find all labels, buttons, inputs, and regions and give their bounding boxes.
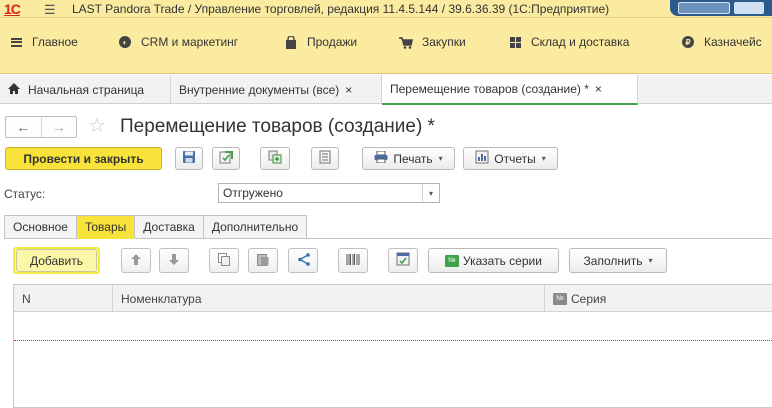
series-number-icon: № — [553, 292, 567, 305]
post-button[interactable] — [212, 147, 240, 170]
ruble-icon: ₽ — [680, 34, 696, 50]
section-crm[interactable]: ◐ CRM и маркетинг — [117, 32, 238, 52]
table-row[interactable] — [14, 313, 772, 341]
barcode-icon — [346, 253, 360, 269]
warehouse-icon — [507, 34, 523, 50]
reports-button[interactable]: Отчеты ▾ — [463, 147, 558, 170]
window-title: LAST Pandora Trade / Управление торговле… — [72, 2, 610, 16]
document-list-icon — [319, 150, 331, 167]
printer-icon — [374, 150, 388, 166]
save-button[interactable] — [175, 147, 203, 170]
cart-icon — [398, 34, 414, 50]
add-row-button[interactable]: Добавить — [16, 249, 97, 272]
section-label: Продажи — [307, 35, 358, 49]
status-select[interactable]: Отгружено ▾ — [218, 183, 440, 203]
checklist-icon — [396, 252, 410, 269]
create-based-on-icon — [268, 150, 282, 167]
print-button[interactable]: Печать ▾ — [362, 147, 455, 170]
tab-additional[interactable]: Дополнительно — [203, 215, 308, 239]
move-up-button[interactable] — [121, 248, 151, 273]
share-button[interactable] — [288, 248, 318, 273]
tab-label: Внутренние документы (все) — [179, 82, 340, 97]
tray-box-icon — [678, 2, 730, 14]
post-document-icon — [219, 150, 233, 167]
series-number-icon: № — [445, 254, 460, 267]
column-header-label: Серия — [571, 291, 607, 306]
reports-label: Отчеты — [494, 151, 536, 166]
favorite-star-icon[interactable]: ☆ — [88, 113, 106, 138]
sections-panel: Главное ◐ CRM и маркетинг Продажи Закупк… — [0, 18, 772, 74]
system-tray-widget[interactable] — [670, 0, 772, 16]
arrow-up-icon — [131, 253, 141, 268]
chevron-down-icon: ▾ — [438, 154, 443, 163]
crm-icon: ◐ — [117, 34, 133, 50]
section-purchases[interactable]: Закупки — [398, 32, 466, 52]
create-based-on-button[interactable] — [260, 147, 290, 170]
reports-icon — [475, 150, 489, 167]
section-label: Казначейс — [704, 35, 762, 49]
goods-table[interactable]: N Номенклатура № Серия — [13, 284, 772, 408]
tab-main[interactable]: Основное — [4, 215, 77, 239]
tab-home[interactable]: Начальная страница — [0, 75, 171, 104]
menu-icon — [8, 34, 24, 50]
specify-series-button[interactable]: № Указать серии — [428, 248, 559, 273]
section-label: Главное — [32, 35, 78, 49]
tab-delivery[interactable]: Доставка — [135, 215, 204, 239]
copy-row-button[interactable] — [209, 248, 239, 273]
shopping-bag-icon — [283, 34, 299, 50]
post-and-close-button[interactable]: Провести и закрыть — [5, 147, 162, 170]
paste-row-button[interactable] — [248, 248, 278, 273]
section-label: Закупки — [422, 35, 466, 49]
document-journal-button[interactable] — [311, 147, 339, 170]
section-sales[interactable]: Продажи — [283, 32, 357, 52]
paste-icon — [257, 253, 269, 269]
chevron-down-icon: ▾ — [648, 256, 653, 265]
tab-goods-transfer[interactable]: Перемещение товаров (создание) * × — [382, 75, 638, 105]
section-warehouse[interactable]: Склад и доставка — [507, 32, 629, 52]
column-header-series[interactable]: № Серия — [544, 285, 772, 312]
section-label: CRM и маркетинг — [141, 35, 239, 49]
status-label: Статус: — [4, 187, 46, 201]
table-header: N Номенклатура № Серия — [14, 285, 772, 312]
signal-icon — [734, 2, 764, 14]
1c-logo: 1С — [4, 1, 21, 17]
open-windows-bar: Начальная страница Внутренние документы … — [0, 75, 772, 105]
status-value: Отгружено — [223, 186, 283, 200]
floppy-disk-icon — [182, 150, 196, 167]
home-icon — [8, 82, 20, 97]
forward-button[interactable]: → — [40, 117, 77, 137]
check-list-button[interactable] — [388, 248, 418, 273]
chevron-down-icon[interactable]: ▾ — [422, 184, 439, 202]
section-main[interactable]: Главное — [8, 32, 78, 52]
move-down-button[interactable] — [159, 248, 189, 273]
tab-label: Перемещение товаров (создание) * — [390, 82, 589, 96]
share-icon — [297, 252, 310, 269]
navigation-buttons: ← → — [5, 116, 77, 138]
column-header-number[interactable]: N — [14, 285, 112, 312]
form-title: Перемещение товаров (создание) * — [120, 116, 435, 137]
form-page-tabs: Основное Товары Доставка Дополнительно — [4, 215, 308, 239]
arrow-down-icon — [169, 253, 179, 268]
print-label: Печать — [393, 151, 433, 166]
fill-label: Заполнить — [583, 253, 643, 268]
chevron-down-icon: ▾ — [541, 154, 546, 163]
section-treasury[interactable]: ₽ Казначейс — [680, 32, 762, 52]
tab-label: Начальная страница — [28, 82, 145, 97]
main-menu-icon[interactable]: ☰ — [44, 2, 56, 18]
copy-icon — [218, 252, 230, 269]
specify-series-label: Указать серии — [463, 253, 542, 268]
close-icon[interactable]: × — [595, 82, 602, 96]
tab-goods[interactable]: Товары — [76, 215, 136, 239]
column-header-nomenclature[interactable]: Номенклатура — [112, 285, 552, 312]
close-icon[interactable]: × — [345, 83, 352, 97]
barcode-scan-button[interactable] — [338, 248, 368, 273]
title-bar: 1С ☰ LAST Pandora Trade / Управление тор… — [0, 0, 772, 18]
back-button[interactable]: ← — [6, 117, 41, 137]
fill-button[interactable]: Заполнить ▾ — [569, 248, 667, 273]
section-label: Склад и доставка — [531, 35, 630, 49]
tab-internal-documents[interactable]: Внутренние документы (все) × — [171, 75, 382, 104]
